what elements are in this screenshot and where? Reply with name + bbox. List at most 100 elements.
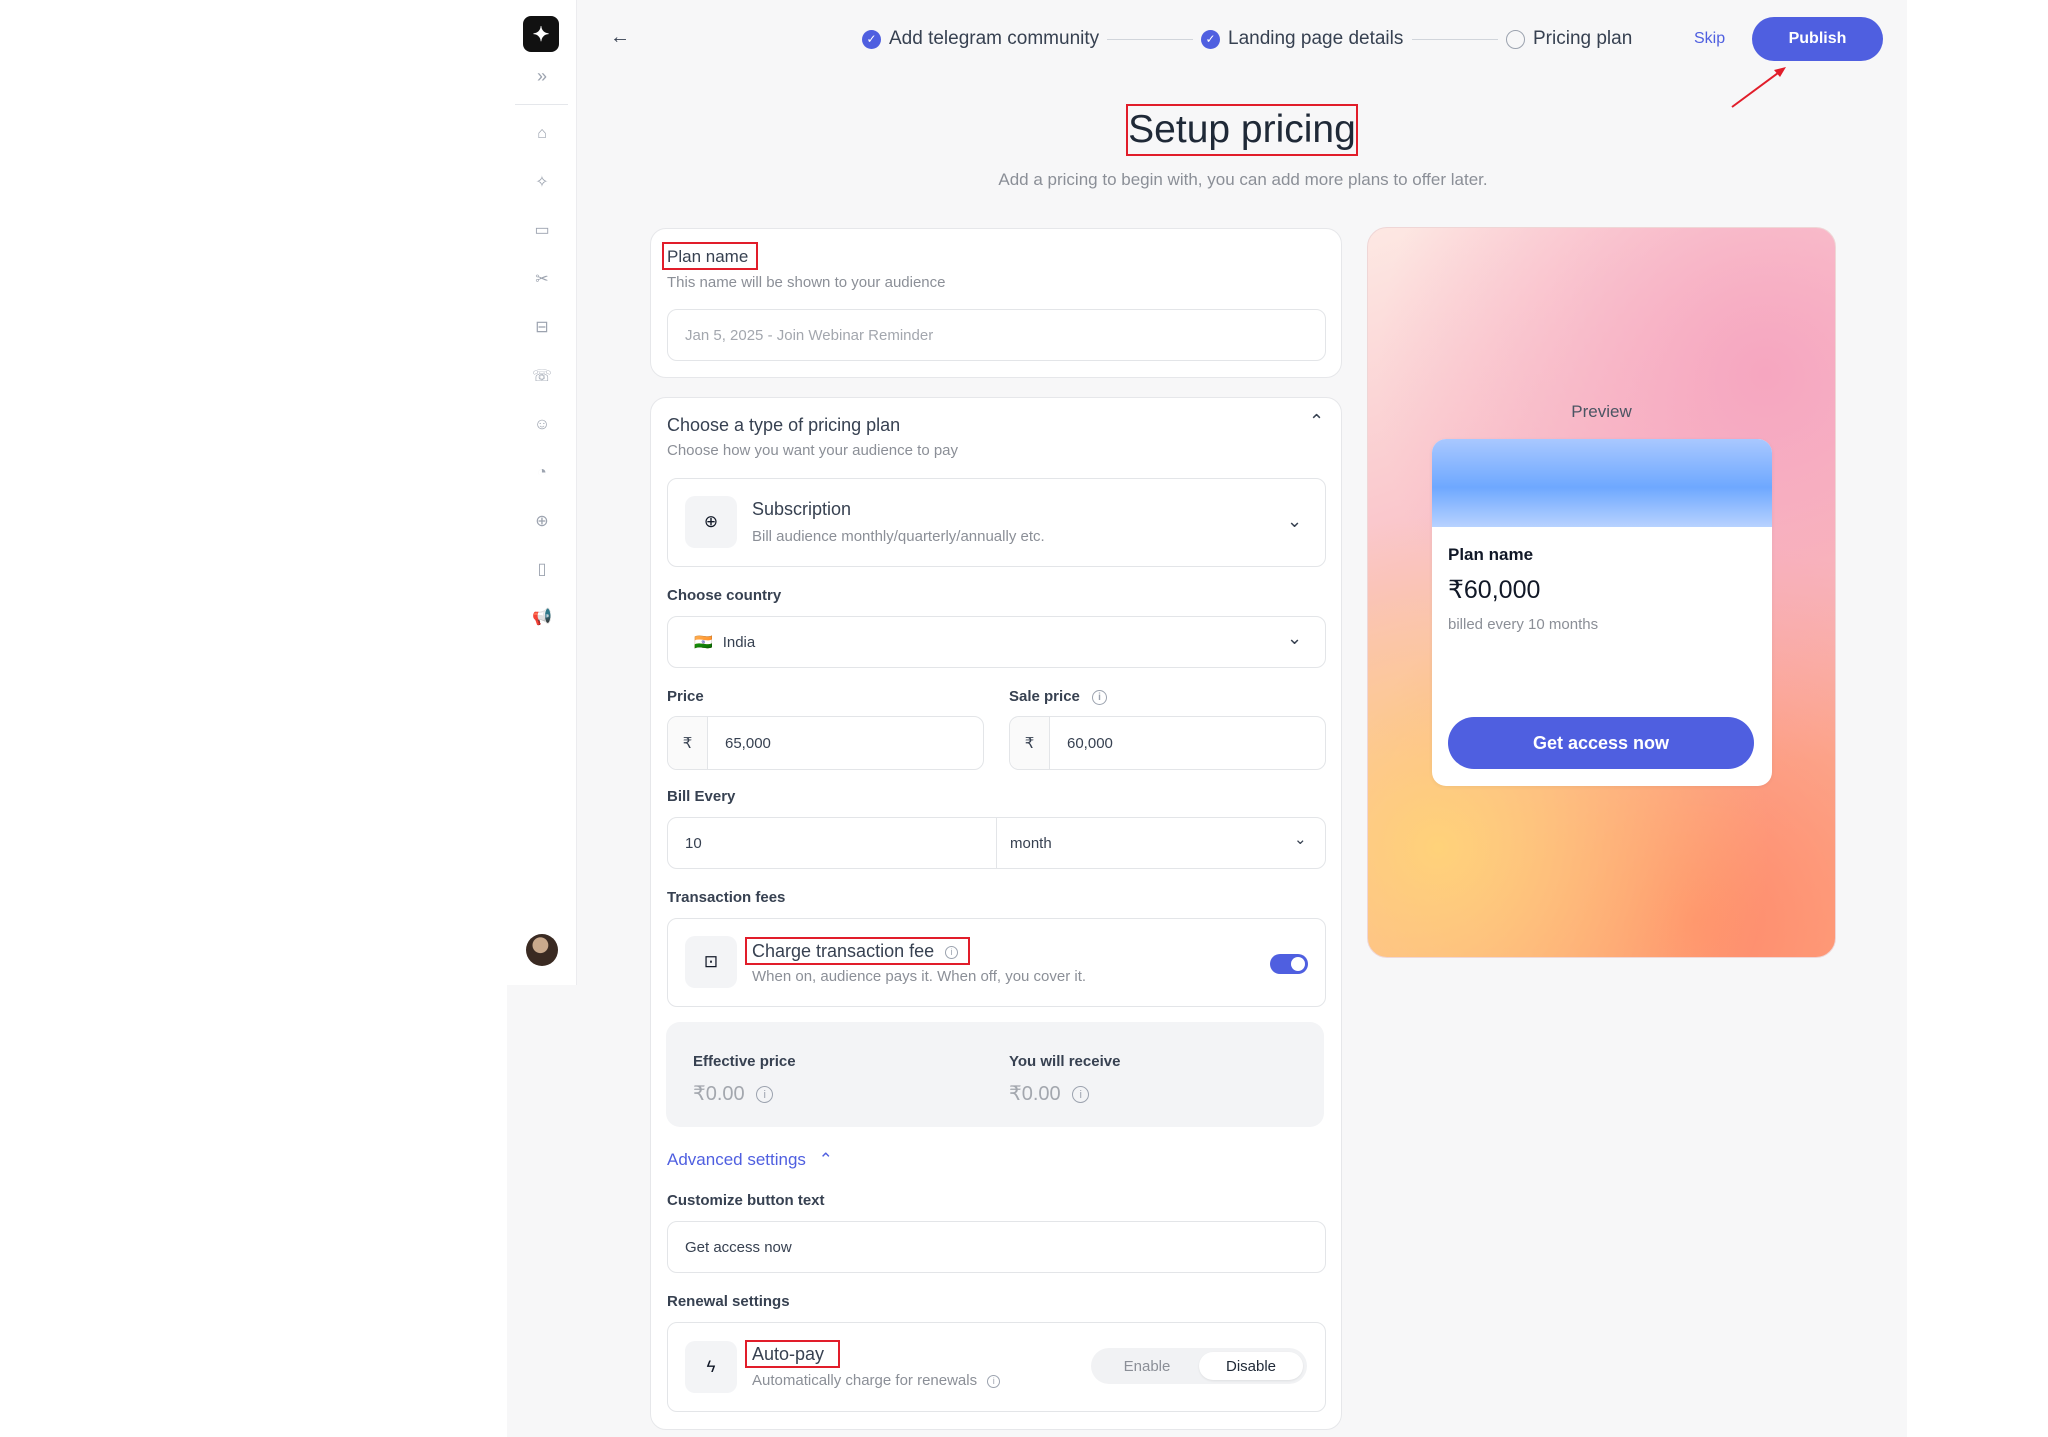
globe-icon: ⊕ (685, 496, 737, 548)
auto-pay-segmented-control: Enable Disable (1091, 1348, 1307, 1384)
effective-price-amount: ₹0.00 (693, 1083, 745, 1105)
info-icon[interactable]: i (1092, 689, 1108, 705)
transaction-fees-label: Transaction fees (667, 889, 786, 906)
disable-option[interactable]: Disable (1199, 1352, 1303, 1380)
bill-every-unit-select[interactable]: month (997, 835, 1325, 852)
transaction-fee-toggle[interactable] (1270, 954, 1308, 974)
charge-transaction-fee-desc: When on, audience pays it. When off, you… (752, 968, 1087, 985)
sale-price-value: 60,000 (1067, 734, 1113, 752)
annotation-arrow (1731, 67, 1786, 108)
check-icon: ✓ (862, 29, 881, 49)
step-connector (1107, 39, 1193, 40)
sale-price-input[interactable]: ₹ 60,000 (1009, 716, 1326, 770)
bill-every-group: 10 month (667, 817, 1326, 869)
check-icon: ✓ (1201, 29, 1220, 49)
country-value: India (722, 633, 756, 651)
enable-option[interactable]: Enable (1095, 1352, 1199, 1380)
preview-plan-name: Plan name (1448, 545, 1534, 564)
page-subtitle: Add a pricing to begin with, you can add… (998, 170, 1488, 189)
annotation-box-auto-pay (745, 1340, 840, 1368)
preview-get-access-button[interactable]: Get access now (1448, 717, 1754, 769)
pricing-type-hint: Choose how you want your audience to pay (667, 442, 959, 459)
home-icon[interactable]: ⌂ (507, 123, 577, 145)
sparkle-icon[interactable]: ✧ (507, 172, 577, 194)
bill-every-count-input[interactable]: 10 (668, 818, 997, 868)
chat-icon[interactable]: ☏ (507, 366, 577, 388)
sidebar-divider (515, 104, 568, 105)
price-input[interactable]: ₹ 65,000 (667, 716, 984, 770)
step-pricing-plan[interactable]: Pricing plan (1506, 28, 1632, 50)
chart-icon[interactable]: ◔ (507, 462, 577, 484)
info-icon[interactable]: i (987, 1374, 1001, 1388)
chevron-up-icon: ⌃ (818, 1150, 833, 1169)
customize-button-text-label: Customize button text (667, 1192, 825, 1209)
auto-pay-desc-text: Automatically charge for renewals (752, 1372, 978, 1389)
chevron-up-icon[interactable]: ⌃ (1309, 411, 1324, 432)
pricing-type-desc: Bill audience monthly/quarterly/annually… (752, 528, 1045, 545)
receipt-icon: ⊡ (685, 936, 737, 988)
globe-icon[interactable]: ⊕ (507, 511, 577, 533)
preview-plan-card: Plan name ₹60,000 billed every 10 months… (1432, 439, 1772, 786)
sale-price-label-text: Sale price (1009, 688, 1080, 705)
auto-pay-desc: Automatically charge for renewals i (752, 1372, 1001, 1389)
pricing-type-heading: Choose a type of pricing plan (667, 415, 901, 435)
pricing-type-select[interactable] (667, 478, 1326, 567)
effective-price-label: Effective price (693, 1053, 796, 1070)
info-icon[interactable]: i (1072, 1086, 1090, 1104)
book-icon[interactable]: ⊟ (507, 317, 577, 339)
effective-price-value: ₹0.00 i (693, 1081, 774, 1106)
megaphone-icon[interactable]: 📢 (507, 607, 577, 629)
pricing-type-title: Subscription (752, 499, 852, 519)
lightning-icon: ϟ (685, 1341, 737, 1393)
price-summary (666, 1022, 1324, 1127)
india-flag-icon: 🇮🇳 (694, 634, 713, 651)
tools-icon[interactable]: ✂ (507, 269, 577, 291)
skip-link[interactable]: Skip (1694, 30, 1725, 48)
preview-banner (1432, 439, 1772, 527)
step-landing-page-details[interactable]: ✓ Landing page details (1201, 28, 1403, 50)
price-label: Price (667, 688, 704, 705)
step-connector (1412, 39, 1498, 40)
user-icon[interactable]: ☺ (507, 414, 577, 436)
preview-billing: billed every 10 months (1448, 616, 1599, 633)
button-text-input[interactable]: Get access now (667, 1221, 1326, 1273)
back-arrow-icon[interactable]: ← (610, 26, 630, 49)
toggle-knob (1291, 957, 1305, 971)
app-logo[interactable]: ✦ (523, 16, 559, 52)
step-label: Add telegram community (889, 28, 1100, 49)
chevron-down-icon: ⌄ (1287, 628, 1303, 648)
plan-name-hint: This name will be shown to your audience (667, 274, 946, 291)
you-will-receive-label: You will receive (1009, 1053, 1121, 1070)
info-icon[interactable]: i (756, 1086, 774, 1104)
annotation-box-transaction-fee (745, 937, 970, 965)
sale-price-label: Sale price i (1009, 688, 1108, 705)
chevron-down-icon: ⌄ (1294, 831, 1307, 848)
country-label: Choose country (667, 587, 782, 604)
price-value: 65,000 (725, 734, 771, 752)
annotation-box-plan-name (662, 242, 758, 270)
sidebar: ✦ » ⌂ ✧ ▭ ✂ ⊟ ☏ ☺ ◔ ⊕ ▯ 📢 (507, 0, 577, 985)
preview-label: Preview (1571, 402, 1632, 421)
pending-circle-icon (1506, 29, 1525, 49)
mobile-icon[interactable]: ▯ (507, 559, 577, 581)
rupee-prefix: ₹ (1010, 717, 1050, 769)
plan-name-input[interactable]: Jan 5, 2025 - Join Webinar Reminder (667, 309, 1326, 361)
step-label: Landing page details (1228, 28, 1404, 49)
step-add-telegram-community[interactable]: ✓ Add telegram community (862, 28, 1099, 50)
chevron-down-icon: ⌄ (1287, 511, 1303, 531)
you-will-receive-value: ₹0.00 i (1009, 1081, 1090, 1106)
archive-icon[interactable]: ▭ (507, 220, 577, 242)
annotation-box-title (1126, 104, 1358, 156)
rupee-prefix: ₹ (668, 717, 708, 769)
publish-button[interactable]: Publish (1752, 17, 1883, 61)
expand-sidebar-icon[interactable]: » (507, 66, 577, 87)
advanced-settings-toggle[interactable]: Advanced settings ⌃ (667, 1150, 833, 1170)
advanced-settings-label: Advanced settings (667, 1150, 806, 1169)
renewal-settings-label: Renewal settings (667, 1293, 790, 1310)
country-select[interactable]: 🇮🇳 India (667, 616, 1326, 668)
step-label: Pricing plan (1533, 28, 1633, 49)
you-will-receive-amount: ₹0.00 (1009, 1083, 1061, 1105)
avatar[interactable] (526, 934, 558, 966)
bill-every-label: Bill Every (667, 788, 736, 805)
preview-price: ₹60,000 (1448, 576, 1541, 604)
